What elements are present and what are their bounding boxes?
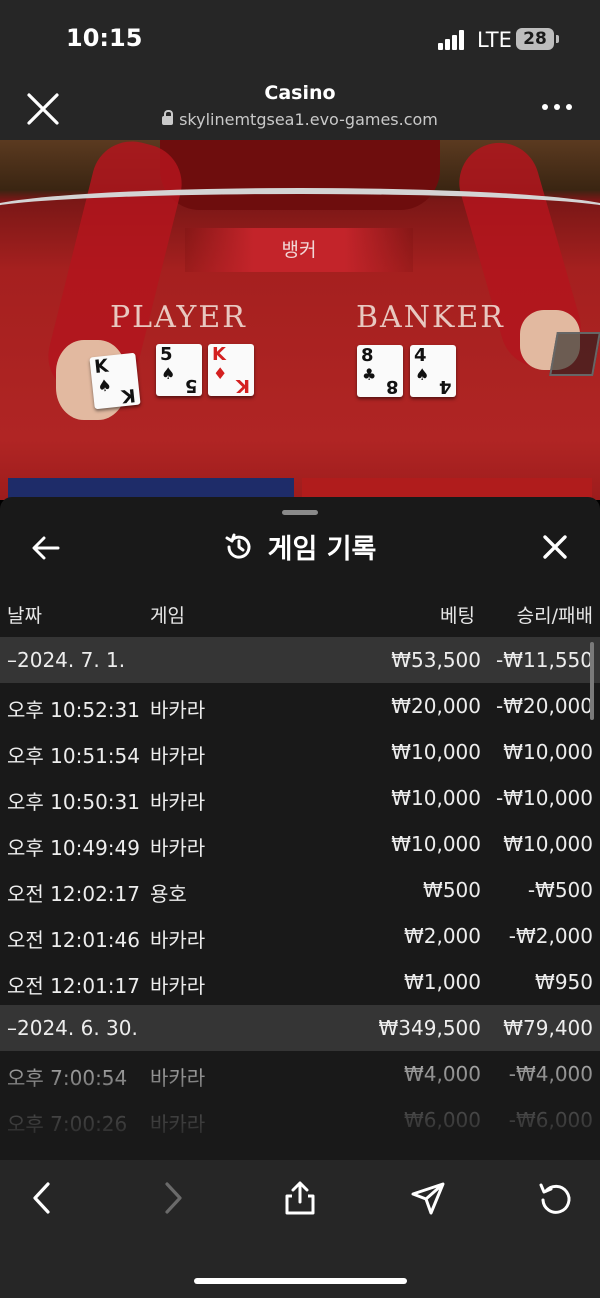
banker-card-2: 4 ♠ 4 [410, 345, 456, 397]
history-row: 오후 10:52:31 바카라 ₩20,000 -₩20,000 [0, 683, 600, 729]
row-date: 오후 10:52:31 [7, 698, 140, 722]
row-game: 바카라 [150, 974, 206, 998]
date-group-row[interactable]: –2024. 6. 30. ₩349,500 ₩79,400 [0, 1005, 600, 1051]
close-icon[interactable] [542, 534, 568, 560]
row-game: 바카라 [150, 1066, 206, 1090]
row-bet: ₩1,000 [403, 970, 481, 994]
row-date: 오후 10:49:49 [7, 836, 140, 860]
row-date: 오후 7:00:26 [7, 1112, 128, 1136]
row-date: 오전 12:01:17 [7, 974, 140, 998]
page-title: Casino [264, 82, 336, 104]
row-date: 오전 12:01:46 [7, 928, 140, 952]
history-row: 오전 12:01:17 바카라 ₩1,000 ₩950 [0, 959, 600, 1005]
history-row: 오전 12:02:17 용호 ₩500 -₩500 [0, 867, 600, 913]
row-win-loss: -₩500 [527, 878, 593, 902]
history-row: 오후 7:00:26 바카라 ₩6,000 -₩6,000 [0, 1097, 600, 1143]
column-date: 날짜 [7, 605, 42, 627]
reload-icon[interactable] [538, 1180, 574, 1216]
history-row: 오전 12:01:46 바카라 ₩2,000 -₩2,000 [0, 913, 600, 959]
home-indicator[interactable] [194, 1278, 407, 1284]
history-row: 오후 10:49:49 바카라 ₩10,000 ₩10,000 [0, 821, 600, 867]
row-date: 오전 12:02:17 [7, 882, 140, 906]
date-group-row[interactable]: –2024. 7. 1. ₩53,500 -₩11,550 [0, 637, 600, 683]
banker-card-1: 8 ♣ 8 [357, 345, 403, 397]
row-win-loss: ₩79,400 [503, 1016, 593, 1040]
more-options-icon[interactable] [542, 104, 572, 112]
row-win-loss: ₩10,000 [503, 740, 593, 764]
player-card-2: 5 ♠ 5 [156, 344, 202, 396]
panel-title: 게임 기록 [0, 527, 600, 569]
forward-icon[interactable] [154, 1180, 190, 1216]
column-game: 게임 [150, 605, 185, 627]
row-win-loss: ₩10,000 [503, 832, 593, 856]
status-time: 10:15 [66, 24, 143, 52]
row-win-loss: -₩10,000 [496, 786, 593, 810]
panel-title-text: 게임 기록 [267, 534, 377, 565]
row-bet: ₩20,000 [391, 694, 481, 718]
battery-icon: 28 [516, 28, 559, 50]
row-bet: ₩2,000 [403, 924, 481, 948]
column-bet: 베팅 [440, 605, 475, 627]
status-bar: 10:15 LTE 28 [0, 0, 600, 78]
cellular-signal-icon [438, 30, 470, 50]
row-game: 바카라 [150, 790, 206, 814]
row-bet: ₩10,000 [391, 786, 481, 810]
history-row: 오후 7:00:54 바카라 ₩4,000 -₩4,000 [0, 1051, 600, 1097]
row-game: 바카라 [150, 1112, 206, 1136]
player-label: PLAYER [110, 300, 247, 335]
table-header: 날짜 게임 베팅 승리/패배 [0, 593, 600, 635]
row-win-loss: -₩6,000 [508, 1108, 593, 1132]
row-bet: ₩4,000 [403, 1062, 481, 1086]
row-win-loss: -₩4,000 [508, 1062, 593, 1086]
row-date: 오후 7:00:54 [7, 1066, 128, 1090]
send-icon[interactable] [410, 1180, 446, 1216]
row-bet: ₩10,000 [391, 740, 481, 764]
row-bet: ₩10,000 [391, 832, 481, 856]
row-win-loss: -₩11,550 [496, 648, 593, 672]
column-win-loss: 승리/패배 [516, 605, 593, 627]
row-win-loss: -₩20,000 [496, 694, 593, 718]
row-game: 바카라 [150, 836, 206, 860]
row-game: 용호 [150, 882, 187, 906]
row-win-loss: ₩950 [535, 970, 593, 994]
row-date: 오후 10:51:54 [7, 744, 140, 768]
history-row: 오후 10:50:31 바카라 ₩10,000 -₩10,000 [0, 775, 600, 821]
network-type: LTE [477, 28, 512, 52]
row-bet: ₩6,000 [403, 1108, 481, 1132]
back-icon[interactable] [25, 1180, 61, 1216]
url-display[interactable]: skylinemtgsea1.evo-games.com [0, 110, 600, 129]
url-text: skylinemtgsea1.evo-games.com [179, 110, 438, 129]
browser-header: Casino skylinemtgsea1.evo-games.com [0, 78, 600, 141]
row-bet: ₩349,500 [378, 1016, 481, 1040]
history-list: –2024. 7. 1. ₩53,500 -₩11,550 오후 10:52:31 바카… [0, 637, 600, 1143]
lock-icon [162, 110, 174, 125]
scrollbar[interactable] [590, 642, 594, 720]
winner-banner: 뱅커 [185, 228, 413, 272]
row-date: 오후 10:50:31 [7, 790, 140, 814]
row-game: 바카라 [150, 928, 206, 952]
history-icon [225, 533, 251, 559]
player-card-1: K ♠ K [89, 352, 141, 410]
drag-handle[interactable] [282, 510, 318, 515]
history-row: 오후 10:51:54 바카라 ₩10,000 ₩10,000 [0, 729, 600, 775]
row-bet: ₩53,500 [391, 648, 481, 672]
row-date: –2024. 7. 1. [7, 648, 126, 672]
game-history-panel: 게임 기록 날짜 게임 베팅 승리/패배 –2024. 7. 1. ₩53,500… [0, 497, 600, 1160]
row-win-loss: -₩2,000 [508, 924, 593, 948]
live-game-video: 뱅커 PLAYER BANKER K ♠ K 5 ♠ 5 K ♦ K 8 ♣ 8 4 ♠ 4 [0, 140, 600, 500]
share-icon[interactable] [282, 1180, 318, 1216]
row-date: –2024. 6. 30. [7, 1016, 138, 1040]
row-game: 바카라 [150, 698, 206, 722]
player-card-3: K ♦ K [208, 344, 254, 396]
card-shoe [549, 332, 600, 376]
row-game: 바카라 [150, 744, 206, 768]
row-bet: ₩500 [423, 878, 481, 902]
banker-label: BANKER [356, 300, 505, 335]
